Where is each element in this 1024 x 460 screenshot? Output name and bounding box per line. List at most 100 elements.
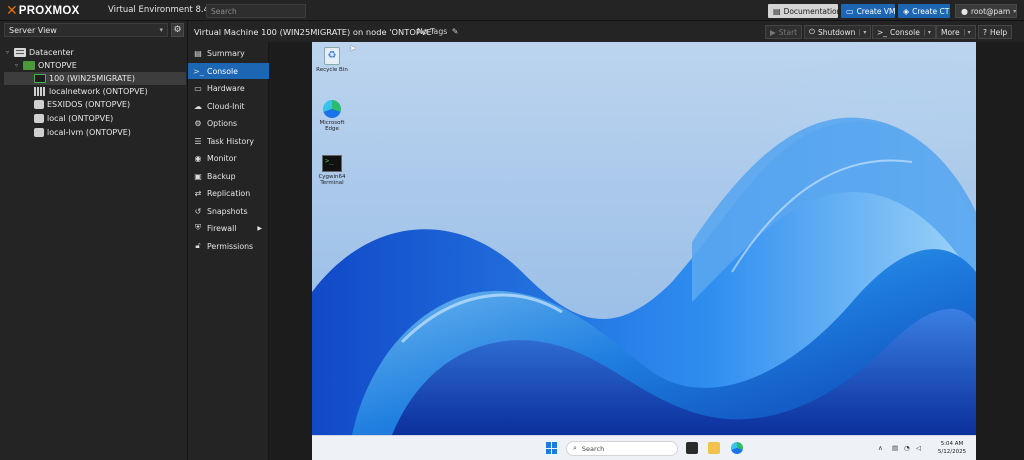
tree-item-vm[interactable]: 100 (WIN25MIGRATE) [4, 72, 186, 85]
volume-icon[interactable]: ◁ [916, 444, 921, 452]
tree-item-label: 100 (WIN25MIGRATE) [49, 74, 135, 83]
desktop-icon-label: Microsoft Edge [319, 120, 345, 132]
cloud-icon: ☁ [194, 101, 202, 111]
system-clock[interactable]: 5:04 AM 5/12/2025 [932, 440, 972, 456]
taskbar-search-label: Search [581, 444, 605, 453]
expand-icon[interactable]: ▿ [15, 62, 23, 69]
console-button[interactable]: >_ Console ▾ [872, 25, 936, 39]
more-button[interactable]: More ▾ [936, 25, 976, 39]
menu-item-backup[interactable]: ▣ Backup [188, 168, 269, 184]
create-vm-label: Create VM [856, 6, 896, 16]
search-icon: ⌕ [573, 444, 577, 452]
menu-item-label: Snapshots [207, 206, 248, 216]
gear-icon[interactable]: ⚙ [171, 23, 184, 37]
menu-item-label: Hardware [207, 83, 245, 93]
cube-icon: ◈ [903, 6, 910, 16]
start-button[interactable]: ▶ Start [765, 25, 803, 39]
user-menu-button[interactable]: ● root@pam ▾ [955, 4, 1017, 18]
menu-item-label: Permissions [207, 241, 254, 251]
menu-item-replication[interactable]: ⇄ Replication [188, 185, 269, 201]
menu-item-console[interactable]: >_ Console [188, 63, 269, 79]
tree-item-datacenter[interactable]: ▿ Datacenter [6, 46, 74, 59]
menu-item-snapshots[interactable]: ↺ Snapshots [188, 203, 269, 219]
menu-item-summary[interactable]: ▤ Summary [188, 45, 269, 61]
brand-name: PROXMOX [18, 5, 80, 17]
storage-icon [34, 114, 44, 123]
menu-item-label: Firewall [207, 223, 237, 233]
menu-item-label: Options [207, 118, 238, 128]
terminal-icon: >_ [322, 155, 342, 172]
task-view-icon[interactable] [686, 442, 698, 454]
console-label: Console [890, 27, 920, 37]
page-title: Virtual Machine 100 (WIN25MIGRATE) on no… [194, 27, 435, 37]
desktop-icon: ▭ [846, 6, 854, 16]
menu-item-label: Cloud-Init [207, 101, 245, 111]
tree-item-label: localnetwork (ONTOPVE) [49, 87, 148, 96]
desktop-icon-edge[interactable]: Microsoft Edge [312, 100, 352, 132]
wifi-icon[interactable]: ◔ [904, 444, 910, 452]
eye-icon: ◉ [194, 153, 202, 163]
chevron-down-icon[interactable]: ▾ [923, 28, 931, 36]
guest-desktop[interactable]: ♻ Recycle Bin Microsoft Edge >_ Cygwin64… [312, 42, 976, 435]
chevron-down-icon: ▾ [1013, 7, 1017, 15]
menu-item-cloud-init[interactable]: ☁ Cloud-Init [188, 98, 269, 114]
network-icon [34, 87, 46, 96]
edge-icon[interactable] [731, 442, 743, 454]
help-icon: ? [983, 27, 987, 37]
tree-item-network[interactable]: localnetwork (ONTOPVE) [34, 85, 148, 98]
menu-item-firewall[interactable]: ⛨ Firewall ▶ [188, 220, 269, 236]
resource-tree-panel: Server View ▾ ⚙ ▿ Datacenter ▿ ONTOPVE 1… [0, 21, 188, 460]
terminal-icon: >_ [193, 66, 204, 76]
power-icon: ⏻ [809, 27, 815, 36]
vm-icon [34, 74, 46, 83]
monitor-icon: ▭ [194, 83, 202, 93]
history-icon: ↺ [194, 206, 202, 216]
chevron-right-icon: ▶ [257, 224, 262, 232]
menu-item-options[interactable]: ⚙ Options [188, 115, 269, 131]
menu-item-label: Backup [207, 171, 236, 181]
network-tray-icon[interactable]: ▤ [892, 444, 898, 452]
chevron-up-icon[interactable]: ∧ [878, 444, 883, 452]
view-selector[interactable]: Server View ▾ [4, 23, 168, 37]
menu-item-label: Task History [207, 136, 255, 146]
create-ct-button[interactable]: ◈ Create CT [898, 4, 950, 18]
menu-item-hardware[interactable]: ▭ Hardware [188, 80, 269, 96]
windows-start-icon[interactable] [546, 442, 558, 454]
gear-icon: ⚙ [194, 118, 202, 128]
desktop-icon-recycle-bin[interactable]: ♻ Recycle Bin [312, 47, 352, 73]
help-label: Help [989, 27, 1008, 37]
menu-item-task-history[interactable]: ☰ Task History [188, 133, 269, 149]
tree-item-storage[interactable]: local (ONTOPVE) [34, 112, 113, 125]
edge-icon [323, 100, 341, 118]
node-icon [23, 61, 35, 70]
documentation-button[interactable]: ▤ Documentation [768, 4, 841, 18]
search-input[interactable]: Search [206, 4, 306, 18]
tags-field[interactable]: No Tags ✎ [417, 27, 458, 36]
tree-item-storage[interactable]: ESXIDOS (ONTOPVE) [34, 98, 130, 111]
tree-item-storage[interactable]: local-lvm (ONTOPVE) [34, 126, 131, 139]
pencil-icon[interactable]: ✎ [452, 27, 459, 36]
proxmox-x-icon: ✕ [6, 3, 18, 19]
chevron-down-icon[interactable]: ▾ [859, 28, 866, 36]
create-vm-button[interactable]: ▭ Create VM [841, 4, 895, 18]
content-header: Virtual Machine 100 (WIN25MIGRATE) on no… [188, 21, 1024, 42]
tree-item-node[interactable]: ▿ ONTOPVE [15, 59, 77, 72]
shutdown-button[interactable]: ⏻ Shutdown ▾ [804, 25, 872, 39]
vm-menu: ▤ Summary >_ Console ▭ Hardware ☁ Cloud-Init… [188, 42, 269, 460]
chevron-down-icon[interactable]: ▾ [963, 28, 971, 36]
help-button[interactable]: ? Help [978, 25, 1013, 39]
top-bar: ✕ PROXMOX Virtual Environment 8.4.1 Sear… [0, 0, 1024, 21]
proxmox-logo[interactable]: ✕ PROXMOX [6, 4, 80, 18]
datacenter-icon [14, 48, 26, 57]
start-label: Start [778, 27, 798, 37]
guest-taskbar: ⌕ Search ∧ ▤ ◔ ◁ 5:04 AM 5/12/2025 [312, 435, 976, 460]
terminal-icon: >_ [877, 27, 888, 37]
taskbar-search[interactable]: ⌕ Search [566, 441, 678, 456]
file-explorer-icon[interactable] [708, 442, 720, 454]
menu-item-permissions[interactable]: 🔓︎ Permissions [188, 238, 269, 254]
menu-item-monitor[interactable]: ◉ Monitor [188, 150, 269, 166]
expand-icon[interactable]: ▿ [6, 49, 14, 56]
menu-item-label: Summary [207, 48, 245, 58]
desktop-icon-cygwin[interactable]: >_ Cygwin64 Terminal [312, 155, 352, 186]
unlock-icon: 🔓︎ [195, 241, 201, 250]
